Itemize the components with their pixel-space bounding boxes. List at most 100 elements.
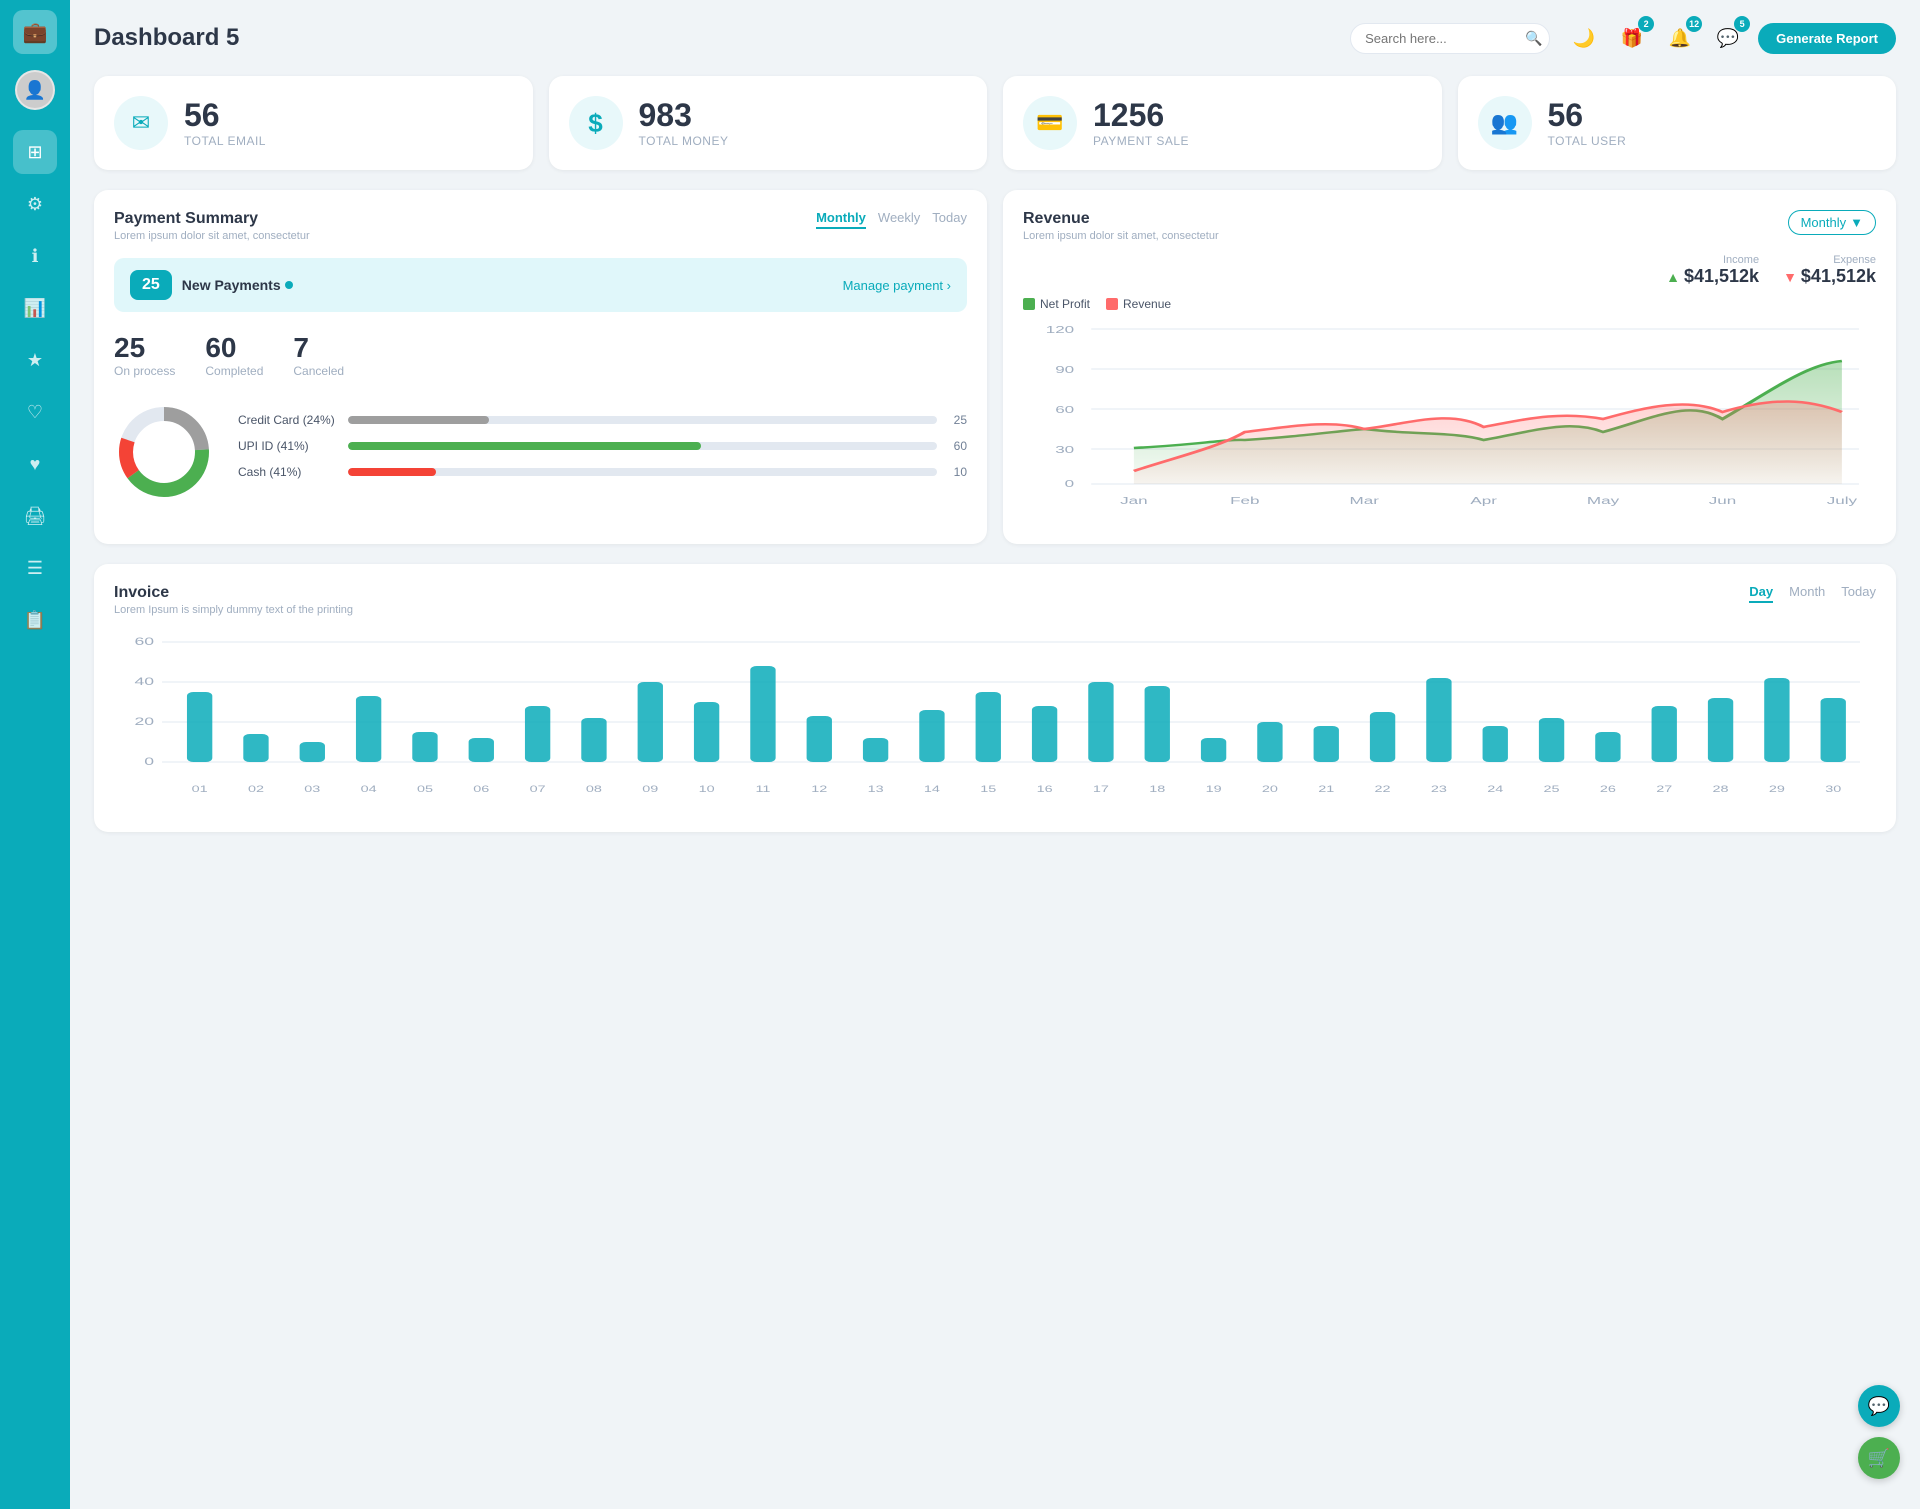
revenue-card: Revenue Lorem ipsum dolor sit amet, cons…	[1003, 190, 1896, 544]
revenue-chart-svg: 120 90 60 30 0 Jan Feb Mar Apr May Jun J…	[1023, 319, 1876, 519]
support-float-button[interactable]: 💬	[1858, 1385, 1900, 1427]
user-icon: 👥	[1478, 96, 1532, 150]
sidebar-item-menu[interactable]: ☰	[13, 546, 57, 590]
cash-bar-bg	[348, 468, 937, 476]
svg-text:22: 22	[1375, 784, 1391, 794]
new-payments-dot	[285, 281, 293, 289]
header: Dashboard 5 🔍 🌙 🎁 2 🔔 12 💬 5 Generate Re…	[94, 20, 1896, 56]
sidebar-item-heart[interactable]: ♥	[13, 442, 57, 486]
stat-card-payment: 💳 1256 PAYMENT SALE	[1003, 76, 1442, 170]
svg-text:03: 03	[304, 784, 320, 794]
income-item: Income ▲ $41,512k	[1666, 254, 1759, 287]
gift-icon: 🎁	[1621, 28, 1643, 49]
credit-card-bar-fill	[348, 416, 489, 424]
invoice-tabs: Day Month Today	[1749, 584, 1876, 603]
svg-text:24: 24	[1487, 784, 1503, 794]
payment-summary-subtitle: Lorem ipsum dolor sit amet, consectetur	[114, 230, 310, 242]
svg-text:09: 09	[642, 784, 658, 794]
generate-report-button[interactable]: Generate Report	[1758, 23, 1896, 54]
invoice-chart-svg: 60 40 20 0 01020304050607080910111213141…	[114, 632, 1876, 812]
revenue-title-group: Revenue Lorem ipsum dolor sit amet, cons…	[1023, 210, 1219, 242]
svg-text:10: 10	[699, 784, 715, 794]
svg-text:20: 20	[134, 716, 154, 728]
net-profit-dot	[1023, 298, 1035, 310]
theme-toggle-button[interactable]: 🌙	[1566, 20, 1602, 56]
stat-card-user: 👥 56 TOTAL USER	[1458, 76, 1897, 170]
tab-monthly[interactable]: Monthly	[816, 210, 866, 229]
sidebar-item-heart-outline[interactable]: ♡	[13, 390, 57, 434]
sidebar-item-settings[interactable]: ⚙	[13, 182, 57, 226]
notifications-button[interactable]: 🔔 12	[1662, 20, 1698, 56]
cart-float-button[interactable]: 🛒	[1858, 1437, 1900, 1479]
payment-summary-title-group: Payment Summary Lorem ipsum dolor sit am…	[114, 210, 310, 242]
stat-value-payment: 1256	[1093, 98, 1189, 133]
stat-value-money: 983	[639, 98, 729, 133]
new-payments-label: New Payments	[182, 277, 293, 293]
svg-text:May: May	[1587, 495, 1619, 506]
gift-badge: 2	[1638, 16, 1654, 32]
stat-value-user: 56	[1548, 98, 1627, 133]
svg-text:90: 90	[1055, 364, 1074, 375]
svg-text:120: 120	[1046, 324, 1075, 335]
net-profit-label: Net Profit	[1040, 297, 1090, 311]
svg-text:04: 04	[361, 784, 377, 794]
manage-payment-link[interactable]: Manage payment ›	[843, 278, 951, 293]
legend-revenue: Revenue	[1106, 297, 1171, 311]
svg-text:18: 18	[1149, 784, 1165, 794]
completed-label: Completed	[205, 364, 263, 378]
svg-text:0: 0	[144, 756, 154, 768]
page-title: Dashboard 5	[94, 24, 1350, 52]
messages-button[interactable]: 💬 5	[1710, 20, 1746, 56]
tab-today[interactable]: Today	[1841, 584, 1876, 603]
payment-icon: 💳	[1023, 96, 1077, 150]
sidebar-item-list[interactable]: 📋	[13, 598, 57, 642]
sidebar-item-info[interactable]: ℹ	[13, 234, 57, 278]
tab-month[interactable]: Month	[1789, 584, 1825, 603]
svg-text:02: 02	[248, 784, 264, 794]
chat-icon: 💬	[1717, 28, 1739, 49]
search-input[interactable]	[1365, 31, 1525, 46]
tab-today[interactable]: Today	[932, 210, 967, 229]
sidebar-logo[interactable]: 💼	[13, 10, 57, 54]
svg-text:29: 29	[1769, 784, 1785, 794]
svg-text:20: 20	[1262, 784, 1278, 794]
svg-text:Jan: Jan	[1120, 495, 1147, 506]
sidebar-item-print[interactable]: 🖨	[13, 494, 57, 538]
svg-text:0: 0	[1065, 478, 1075, 489]
svg-text:15: 15	[980, 784, 996, 794]
expense-down-icon: ▼	[1783, 269, 1797, 285]
search-icon: 🔍	[1525, 30, 1542, 47]
invoice-card: Invoice Lorem Ipsum is simply dummy text…	[94, 564, 1896, 832]
sidebar-item-star[interactable]: ★	[13, 338, 57, 382]
invoice-title: Invoice	[114, 584, 353, 602]
tab-weekly[interactable]: Weekly	[878, 210, 920, 229]
stat-card-email: ✉ 56 TOTAL EMAIL	[94, 76, 533, 170]
revenue-monthly-dropdown[interactable]: Monthly ▼	[1788, 210, 1876, 235]
credit-card-label: Credit Card (24%)	[238, 413, 338, 427]
payment-summary-header: Payment Summary Lorem ipsum dolor sit am…	[114, 210, 967, 242]
stat-info-payment: 1256 PAYMENT SALE	[1093, 98, 1189, 147]
invoice-header: Invoice Lorem Ipsum is simply dummy text…	[114, 584, 1876, 616]
donut-chart	[114, 402, 214, 502]
progress-upi: UPI ID (41%) 60	[238, 439, 967, 453]
user-avatar[interactable]: 👤	[15, 70, 55, 110]
search-bar[interactable]: 🔍	[1350, 23, 1550, 54]
sidebar: 💼 👤 ⊞ ⚙ ℹ 📊 ★ ♡ ♥ 🖨 ☰ 📋	[0, 0, 70, 1509]
revenue-area	[1134, 401, 1842, 484]
sidebar-item-dashboard[interactable]: ⊞	[13, 130, 57, 174]
revenue-header: Revenue Lorem ipsum dolor sit amet, cons…	[1023, 210, 1876, 242]
svg-text:06: 06	[473, 784, 489, 794]
cash-value: 10	[947, 465, 967, 479]
sidebar-item-chart[interactable]: 📊	[13, 286, 57, 330]
svg-text:60: 60	[1055, 404, 1074, 415]
svg-text:Mar: Mar	[1350, 495, 1380, 506]
stat-value-email: 56	[184, 98, 266, 133]
stats-grid: ✉ 56 TOTAL EMAIL $ 983 TOTAL MONEY 💳 125…	[94, 76, 1896, 170]
gift-button[interactable]: 🎁 2	[1614, 20, 1650, 56]
stat-on-process: 25 On process	[114, 332, 175, 378]
tab-day[interactable]: Day	[1749, 584, 1773, 603]
completed-value: 60	[205, 332, 263, 364]
upi-bar-bg	[348, 442, 937, 450]
canceled-label: Canceled	[293, 364, 344, 378]
stat-card-money: $ 983 TOTAL MONEY	[549, 76, 988, 170]
